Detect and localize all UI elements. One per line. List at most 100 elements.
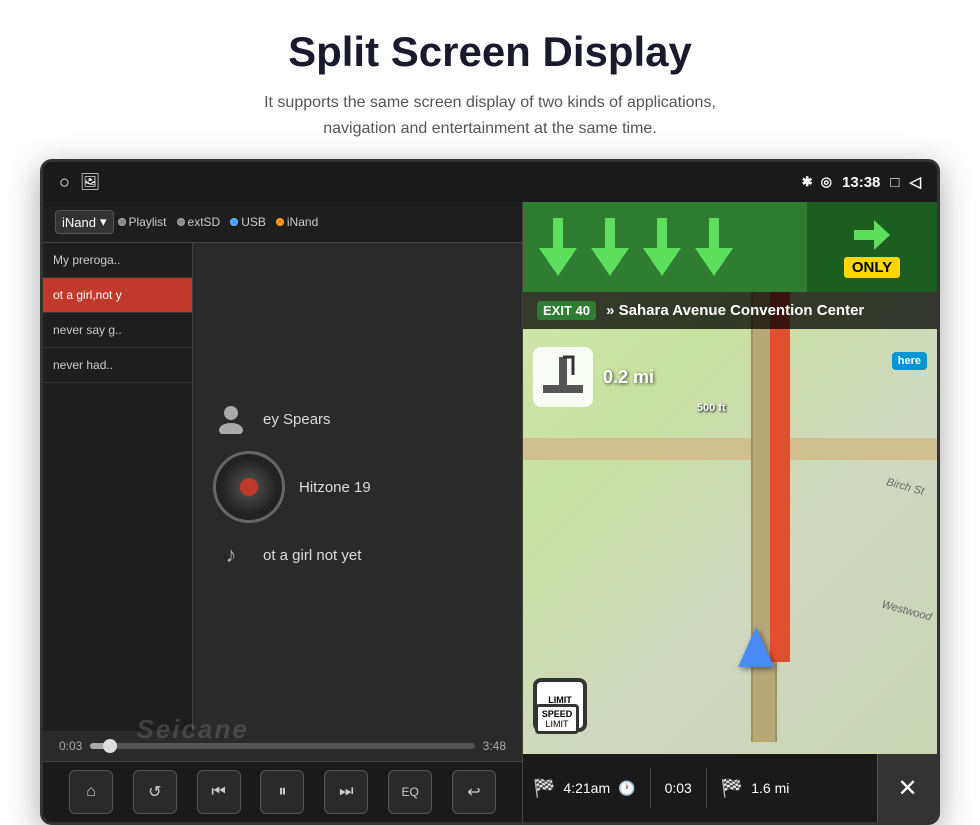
progress-bar-container: 0:03 3:48 bbox=[59, 739, 506, 753]
progress-section: Seicane 0:03 3:48 bbox=[43, 731, 522, 761]
page-header: Split Screen Display It supports the sam… bbox=[0, 0, 980, 159]
time-elapsed: 0:03 bbox=[59, 739, 82, 753]
track-info: ey Spears Hitzone 19 ♪ ot a girl not yet bbox=[213, 401, 502, 573]
speed-limit-label: LIMIT bbox=[548, 695, 572, 705]
road-horizontal bbox=[523, 438, 937, 460]
status-right-icons: ✱ ◎ 13:38 □ ◁ bbox=[802, 173, 921, 191]
birch-road-label: Birch St bbox=[886, 476, 926, 498]
usb-label: USB bbox=[241, 215, 266, 229]
status-left-icons: ○ 🖼 bbox=[59, 172, 100, 193]
directions-banner: ONLY bbox=[523, 202, 937, 292]
extsd-dot bbox=[177, 218, 185, 226]
album-row: Hitzone 19 bbox=[213, 451, 502, 523]
play-pause-button[interactable]: ⏸ bbox=[260, 770, 304, 814]
destination-text: Sahara Avenue Convention Center bbox=[619, 302, 865, 319]
circle-icon: ○ bbox=[59, 172, 70, 193]
person-icon bbox=[213, 401, 249, 437]
track-album: Hitzone 19 bbox=[299, 479, 371, 496]
flag-start-icon: 🏁 bbox=[533, 778, 555, 799]
device-frame: ○ 🖼 ✱ ◎ 13:38 □ ◁ iNand ▾ bbox=[40, 159, 940, 825]
prev-button[interactable]: ⏮ bbox=[197, 770, 241, 814]
source-playlist[interactable]: Playlist bbox=[118, 215, 167, 229]
here-logo: here bbox=[892, 352, 927, 370]
back-icon: ◁ bbox=[909, 173, 921, 191]
direction-arrows bbox=[523, 212, 807, 282]
artist-row: ey Spears bbox=[213, 401, 502, 437]
source-options: Playlist extSD USB iNand bbox=[118, 215, 319, 229]
eta-arrival: 4:21am bbox=[563, 780, 610, 796]
nav-arrow bbox=[738, 627, 774, 667]
map-background: Birch St Westwood here LIMIT 1 bbox=[523, 202, 937, 822]
speed-limit-sign: SPEED LIMIT bbox=[535, 704, 579, 734]
source-extsd[interactable]: extSD bbox=[177, 215, 221, 229]
nav-close-button[interactable]: ✕ bbox=[877, 754, 937, 822]
nav-map: Birch St Westwood here LIMIT 1 bbox=[523, 202, 937, 822]
playlist-sidebar: My preroga.. ot a girl,not y never say g… bbox=[43, 243, 193, 731]
track-artist: ey Spears bbox=[263, 411, 331, 428]
progress-bar[interactable] bbox=[90, 743, 474, 749]
arrow-down-3 bbox=[637, 212, 687, 282]
eta-elapsed: 0:03 bbox=[665, 780, 692, 796]
only-badge: ONLY bbox=[844, 257, 900, 278]
inand-label: iNand bbox=[287, 215, 318, 229]
playlist-dot bbox=[118, 218, 126, 226]
location-icon: ◎ bbox=[821, 174, 832, 190]
music-panel: iNand ▾ Playlist extSD USB bbox=[43, 202, 523, 822]
eq-button[interactable]: EQ bbox=[388, 770, 432, 814]
time-total: 3:48 bbox=[483, 739, 506, 753]
source-inand[interactable]: iNand bbox=[276, 215, 318, 229]
progress-thumb[interactable] bbox=[103, 739, 117, 753]
playlist-item-1[interactable]: My preroga.. bbox=[43, 243, 192, 278]
arrow-down-1 bbox=[533, 212, 583, 282]
dropdown-icon: ▾ bbox=[100, 214, 107, 230]
playlist-item-4[interactable]: never had.. bbox=[43, 348, 192, 383]
album-art bbox=[213, 451, 285, 523]
music-body: My preroga.. ot a girl,not y never say g… bbox=[43, 243, 522, 731]
exit-badge: EXIT 40 bbox=[537, 301, 596, 320]
home-button[interactable]: ⌂ bbox=[69, 770, 113, 814]
eta-distance: 1.6 mi bbox=[751, 780, 789, 796]
back-button[interactable]: ↩ bbox=[452, 770, 496, 814]
song-row: ♪ ot a girl not yet bbox=[213, 537, 502, 573]
status-time: 13:38 bbox=[842, 174, 880, 191]
arrow-down-4 bbox=[689, 212, 739, 282]
main-content: iNand ▾ Playlist extSD USB bbox=[43, 202, 937, 822]
exit-arrow: » bbox=[606, 302, 619, 319]
flag-end-icon: 🏁 bbox=[721, 778, 743, 799]
track-title: ot a girl not yet bbox=[263, 547, 361, 564]
eta-separator bbox=[650, 768, 651, 808]
image-icon: 🖼 bbox=[80, 172, 100, 192]
repeat-button[interactable]: ↺ bbox=[133, 770, 177, 814]
playlist-item-2[interactable]: ot a girl,not y bbox=[43, 278, 192, 313]
eta-separator-2 bbox=[706, 768, 707, 808]
source-selector[interactable]: iNand ▾ bbox=[55, 210, 114, 234]
usb-dot bbox=[230, 218, 238, 226]
progress-area: 0:03 3:48 bbox=[43, 731, 522, 761]
clock-icon: 🕐 bbox=[618, 780, 635, 797]
bluetooth-icon: ✱ bbox=[802, 174, 813, 190]
turn-instruction: 0.2 mi bbox=[533, 347, 654, 407]
page-subtitle: It supports the same screen display of t… bbox=[20, 90, 960, 141]
exit-info-bar: EXIT 40 » Sahara Avenue Convention Cente… bbox=[523, 292, 937, 329]
distance-ft-label: 500 ft bbox=[697, 402, 726, 414]
nav-eta: 🏁 4:21am 🕐 0:03 🏁 1.6 mi bbox=[523, 768, 877, 808]
status-bar: ○ 🖼 ✱ ◎ 13:38 □ ◁ bbox=[43, 162, 937, 202]
turn-icon-box bbox=[533, 347, 593, 407]
distance-to-turn: 0.2 mi bbox=[603, 367, 654, 388]
music-top-bar: iNand ▾ Playlist extSD USB bbox=[43, 202, 522, 243]
nav-panel: Birch St Westwood here LIMIT 1 bbox=[523, 202, 937, 822]
extsd-label: extSD bbox=[188, 215, 221, 229]
music-note-icon: ♪ bbox=[213, 537, 249, 573]
westwood-road-label: Westwood bbox=[880, 599, 933, 624]
nav-bottom-bar: 🏁 4:21am 🕐 0:03 🏁 1.6 mi ✕ bbox=[523, 754, 937, 822]
page-title: Split Screen Display bbox=[20, 28, 960, 76]
only-lane-banner: ONLY bbox=[807, 202, 937, 292]
source-usb[interactable]: USB bbox=[230, 215, 266, 229]
window-icon: □ bbox=[890, 174, 899, 191]
inand-dot bbox=[276, 218, 284, 226]
arrow-down-2 bbox=[585, 212, 635, 282]
next-button[interactable]: ⏭ bbox=[324, 770, 368, 814]
playlist-label: Playlist bbox=[129, 215, 167, 229]
playlist-item-3[interactable]: never say g.. bbox=[43, 313, 192, 348]
controls-bar: ⌂ ↺ ⏮ ⏸ ⏭ EQ ↩ bbox=[43, 761, 522, 822]
